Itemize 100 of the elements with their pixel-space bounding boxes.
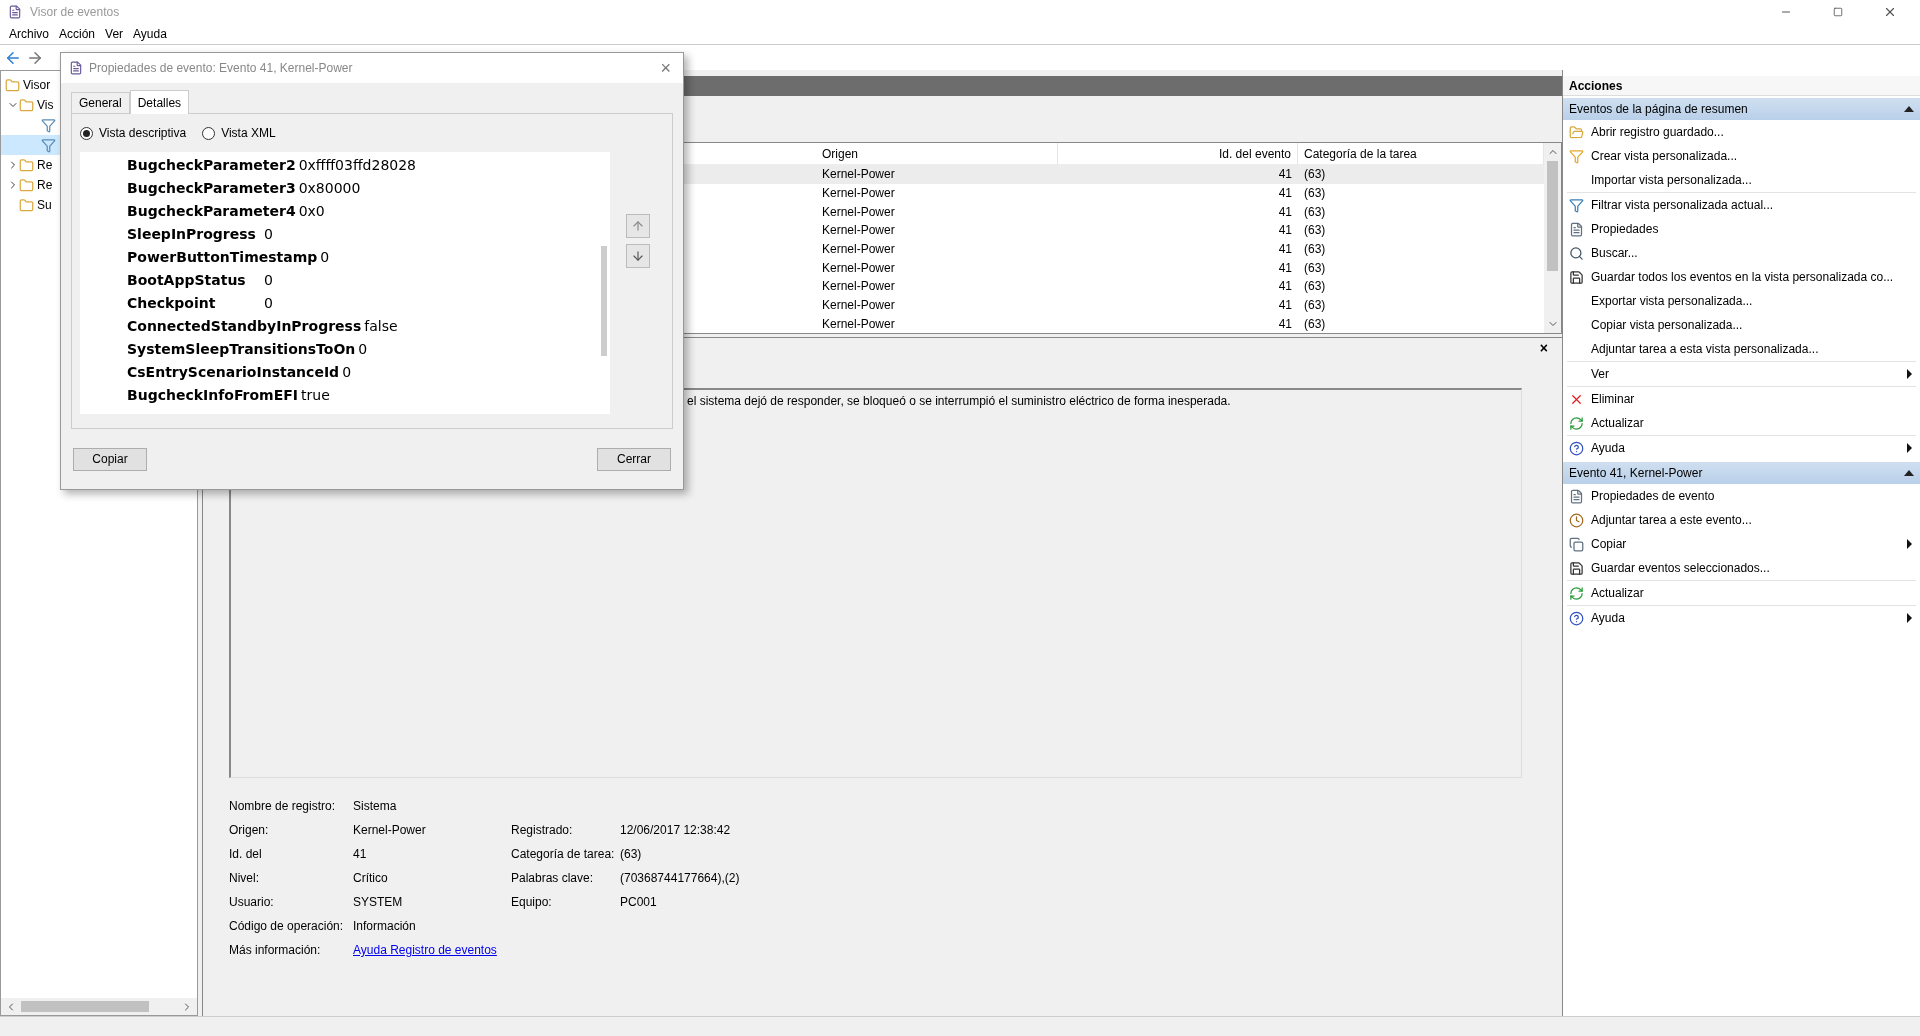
detail-value: true — [301, 386, 330, 405]
refresh-icon — [1569, 415, 1584, 431]
table-cell-text: 41 — [1277, 185, 1293, 202]
table-cell-text: 41 — [1277, 241, 1293, 258]
filter-icon — [1569, 197, 1584, 213]
close-button[interactable]: × — [656, 59, 675, 77]
detail-value: false — [364, 317, 398, 336]
folder-icon — [19, 157, 34, 173]
detail-name: SleepInProgress — [127, 225, 257, 244]
tree-item[interactable]: Vis — [37, 96, 54, 114]
field-label: Más información: — [229, 942, 322, 959]
table-cell-text: (63) — [1303, 315, 1327, 333]
field-label: Equipo: — [511, 894, 553, 911]
field-value: PC001 — [620, 894, 657, 911]
filter-icon — [41, 117, 56, 133]
field-label: Nivel: — [229, 870, 260, 887]
action-item[interactable]: Propiedades de evento — [1591, 487, 1916, 505]
field-label: Categoría de tarea: — [511, 846, 616, 863]
menu-item[interactable]: Ver — [100, 25, 129, 43]
action-item[interactable]: Eliminar — [1591, 390, 1916, 408]
dialog-button[interactable]: Cerrar — [597, 447, 671, 471]
action-item[interactable]: Copiar vista personalizada... — [1591, 316, 1916, 334]
action-item[interactable]: Importar vista personalizada... — [1591, 171, 1916, 189]
dialog-button[interactable]: Copiar — [73, 447, 147, 471]
filter-icon — [41, 137, 56, 153]
table-cell-text: Kernel-Power — [821, 203, 896, 221]
app-icon — [69, 61, 83, 75]
action-item[interactable]: Buscar... — [1591, 244, 1916, 262]
detail-name: CsEntryScenarioInstanceId — [127, 363, 341, 382]
table-cell-text: 41 — [1277, 278, 1293, 296]
tab[interactable]: Detalles — [129, 90, 190, 114]
close-icon — [1883, 5, 1897, 19]
menu-item[interactable]: Acción — [54, 25, 101, 43]
help-link[interactable]: Ayuda Registro de eventos — [353, 941, 497, 959]
detail-value: 0 — [264, 225, 273, 244]
section-header[interactable]: Eventos de la página de resumen — [1563, 98, 1920, 120]
action-item[interactable]: Guardar todos los eventos en la vista personalizada co... — [1591, 268, 1916, 286]
action-item[interactable]: Ver — [1591, 365, 1907, 383]
field-value: (63) — [620, 846, 642, 863]
action-item[interactable]: Abrir registro guardado... — [1591, 123, 1916, 141]
folder-icon — [19, 197, 34, 213]
move-down-button[interactable] — [626, 244, 650, 268]
scrollbar[interactable] — [1544, 143, 1561, 333]
field-label: Usuario: — [229, 894, 275, 911]
field-value: (70368744177664),(2) — [620, 870, 740, 887]
folder-icon — [19, 177, 34, 193]
table-cell-text: 41 — [1277, 166, 1293, 184]
action-item[interactable]: Guardar eventos seleccionados... — [1591, 559, 1916, 577]
action-item[interactable]: Ayuda — [1591, 609, 1907, 627]
action-item[interactable]: Actualizar — [1591, 584, 1916, 602]
table-cell-text: (63) — [1303, 297, 1327, 315]
detail-name: BugcheckInfoFromEFI — [127, 386, 300, 405]
detail-name: PowerButtonTimestamp — [127, 248, 319, 267]
table-cell-text: (63) — [1303, 185, 1327, 202]
action-item[interactable]: Adjuntar tarea a esta vista personalizada... — [1591, 340, 1916, 358]
tree-item[interactable]: Su — [37, 196, 52, 214]
dialog-title: Propiedades de evento: Evento 41, Kernel-Power — [89, 60, 354, 77]
detail-name: ConnectedStandbyInProgress — [127, 317, 363, 336]
action-item[interactable]: Copiar — [1591, 535, 1907, 553]
table-cell-text: (63) — [1303, 278, 1327, 296]
tree-item[interactable]: Re — [37, 156, 53, 174]
field-value: Información — [353, 918, 416, 935]
menu-item[interactable]: Ayuda — [128, 25, 172, 43]
help-icon — [1569, 610, 1584, 626]
field-label: Id. del — [229, 846, 263, 863]
tab[interactable]: General — [71, 92, 130, 113]
document-icon — [1569, 221, 1584, 237]
action-item[interactable]: Crear vista personalizada... — [1591, 147, 1916, 165]
detail-name: Checkpoint — [127, 294, 217, 313]
actions-title: Acciones — [1563, 76, 1920, 96]
action-item[interactable]: Adjuntar tarea a este evento... — [1591, 511, 1916, 529]
action-item[interactable]: Filtrar vista personalizada actual... — [1591, 196, 1916, 214]
action-item[interactable]: Exportar vista personalizada... — [1591, 292, 1916, 310]
table-cell-text: 41 — [1277, 203, 1293, 221]
detail-name: BugcheckParameter4 — [127, 202, 297, 221]
folder-icon — [1569, 124, 1584, 140]
menu-item[interactable]: Archivo — [4, 25, 54, 43]
close-button[interactable]: × — [1539, 341, 1548, 355]
detail-name: BootAppStatus — [127, 271, 247, 290]
tree-item[interactable]: Visor — [23, 76, 51, 94]
action-item[interactable]: Ayuda — [1591, 439, 1907, 457]
field-label: Origen: — [229, 822, 270, 839]
restore-icon — [1833, 7, 1843, 17]
filter-icon — [1569, 148, 1584, 164]
table-cell-text: Kernel-Power — [821, 315, 896, 333]
move-up-button[interactable] — [626, 214, 650, 238]
folder-icon — [19, 97, 34, 113]
table-cell-text: 41 — [1277, 315, 1293, 333]
tree-item[interactable]: Re — [37, 176, 53, 194]
view-radio[interactable]: Vista XML — [202, 124, 276, 142]
field-label: Nombre de registro: — [229, 798, 337, 815]
table-cell-text: Kernel-Power — [821, 241, 896, 258]
view-radio[interactable]: Vista descriptiva — [80, 124, 187, 142]
action-item[interactable]: Propiedades — [1591, 220, 1916, 238]
table-cell-text: Kernel-Power — [821, 185, 896, 202]
scrollbar[interactable] — [1, 998, 197, 1015]
clock-icon — [1569, 512, 1584, 528]
copy-icon — [1569, 536, 1584, 552]
action-item[interactable]: Actualizar — [1591, 414, 1916, 432]
section-header[interactable]: Evento 41, Kernel-Power — [1563, 462, 1920, 484]
